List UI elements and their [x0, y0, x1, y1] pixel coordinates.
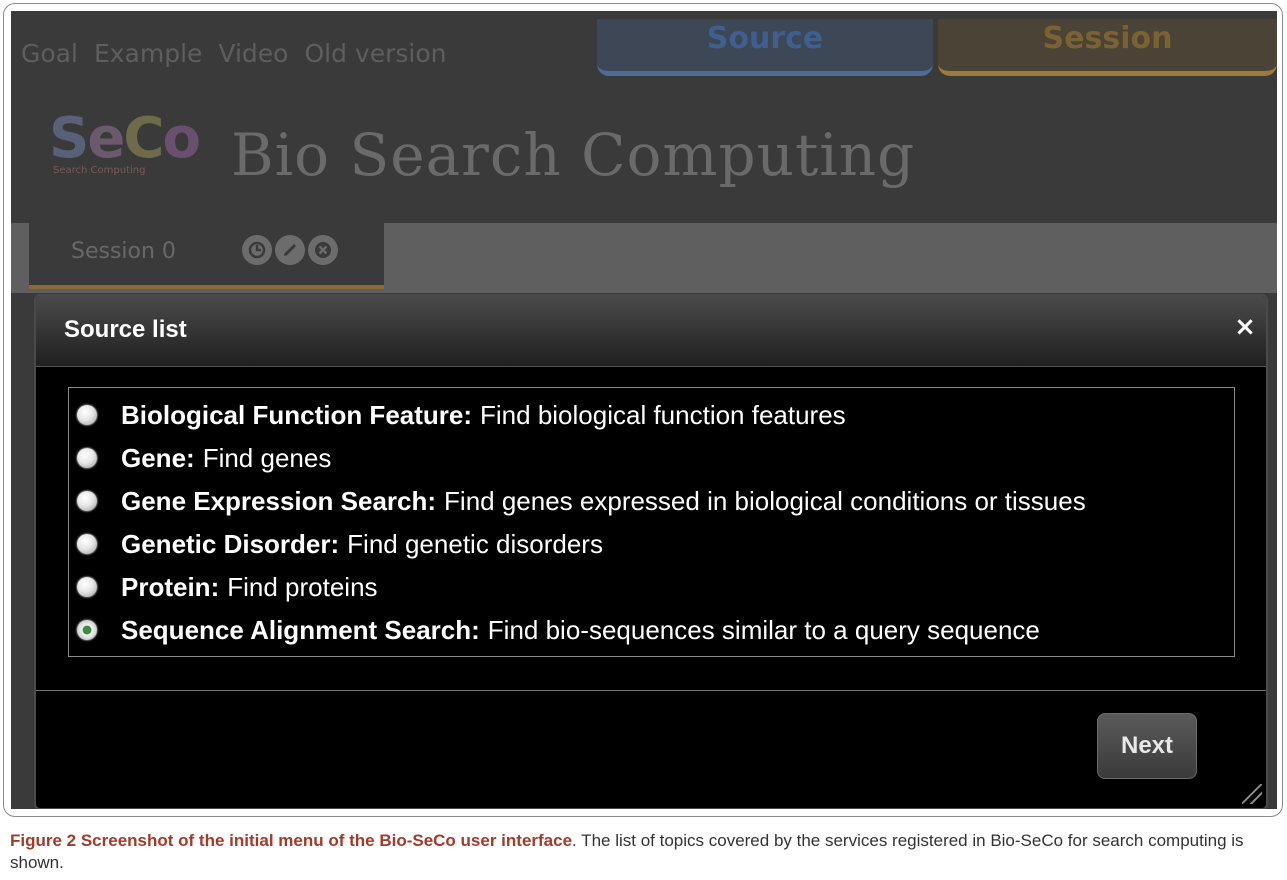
source-item-genetic-disorder[interactable]: Genetic Disorder: Find genetic disorders — [77, 525, 603, 563]
pencil-icon[interactable] — [275, 235, 305, 265]
radio-button[interactable] — [77, 491, 97, 511]
source-list-dialog: Source list × Biological Function Featur… — [34, 294, 1268, 809]
figure-frame: Goal Example Video Old version Source Se… — [3, 3, 1283, 817]
source-name: Gene: — [121, 442, 195, 473]
source-description: Find genes — [202, 442, 332, 473]
dialog-header: Source list × — [36, 296, 1266, 367]
top-nav: Goal Example Video Old version — [21, 39, 446, 68]
resize-handle-icon[interactable] — [1242, 784, 1262, 804]
source-item-gene[interactable]: Gene: Find genes — [77, 439, 331, 477]
source-item-sequence-alignment-search[interactable]: Sequence Alignment Search: Find bio-sequ… — [77, 611, 1040, 649]
app-screenshot: Goal Example Video Old version Source Se… — [11, 11, 1277, 809]
tab-session-0[interactable]: Session 0 — [29, 223, 384, 289]
radio-button[interactable] — [77, 534, 97, 554]
logo-letter: e — [87, 106, 125, 171]
caption-label: Figure 2 Screenshot of the initial menu … — [10, 831, 573, 850]
source-item-gene-expression-search[interactable]: Gene Expression Search: Find genes expre… — [77, 482, 1086, 520]
clock-icon[interactable] — [242, 235, 272, 265]
close-icon[interactable] — [308, 235, 338, 265]
source-list: Biological Function Feature: Find biolog… — [68, 387, 1235, 657]
app-title: Bio Search Computing — [231, 121, 916, 189]
session-tab-label: Session 0 — [71, 239, 176, 264]
source-name: Biological Function Feature: — [121, 399, 473, 430]
logo-letter: o — [162, 106, 201, 171]
radio-button[interactable] — [77, 577, 97, 597]
nav-goal[interactable]: Goal — [21, 39, 78, 68]
logo-letter: S — [49, 106, 89, 171]
source-description: Find genes expressed in biological condi… — [444, 485, 1086, 516]
source-description: Find proteins — [227, 571, 378, 602]
dialog-divider — [36, 690, 1266, 691]
figure-caption: Figure 2 Screenshot of the initial menu … — [10, 830, 1280, 874]
source-description: Find genetic disorders — [347, 528, 603, 559]
tab-source[interactable]: Source — [597, 19, 933, 76]
nav-video[interactable]: Video — [218, 39, 288, 68]
source-name: Sequence Alignment Search: — [121, 614, 480, 645]
dialog-title: Source list — [64, 316, 187, 343]
nav-example[interactable]: Example — [94, 39, 202, 68]
source-name: Protein: — [121, 571, 220, 602]
nav-old-version[interactable]: Old version — [304, 39, 446, 68]
radio-button[interactable] — [77, 405, 97, 425]
tab-session[interactable]: Session — [938, 19, 1277, 76]
seco-logo: SeCo Search Computing — [49, 109, 217, 199]
source-name: Gene Expression Search: — [121, 485, 437, 516]
source-item-protein[interactable]: Protein: Find proteins — [77, 568, 378, 606]
source-name: Genetic Disorder: — [121, 528, 340, 559]
radio-button-selected[interactable] — [77, 620, 97, 640]
source-item-biological-function-feature[interactable]: Biological Function Feature: Find biolog… — [77, 396, 846, 434]
logo-letter: C — [123, 106, 164, 171]
next-button[interactable]: Next — [1097, 713, 1197, 779]
source-description: Find biological function features — [480, 399, 846, 430]
radio-button[interactable] — [77, 448, 97, 468]
source-description: Find bio-sequences similar to a query se… — [487, 614, 1040, 645]
dialog-close-button[interactable]: × — [1232, 314, 1258, 340]
